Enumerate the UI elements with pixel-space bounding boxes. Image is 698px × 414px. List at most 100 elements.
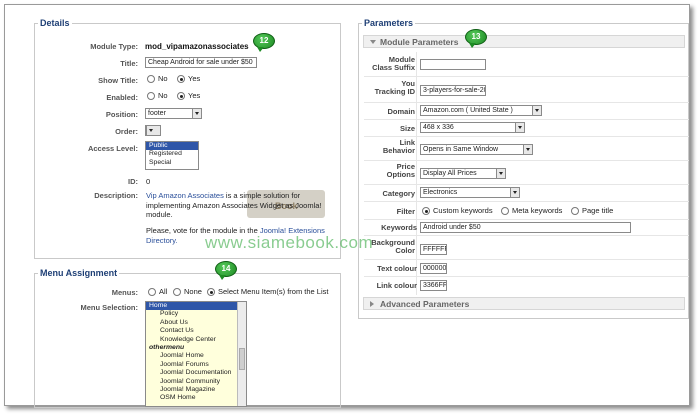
menu-item[interactable]: Home [146,302,246,311]
description-line2: implementing Amazon Associates Widget as… [146,200,322,210]
id-value: 0 [146,177,151,186]
module-parameters-header[interactable]: Module Parameters [363,35,685,48]
access-level-listbox[interactable]: Public Registered Special [145,141,199,170]
menu-item[interactable]: OSM Home [146,394,246,402]
enabled-yes-radio[interactable] [177,92,185,100]
description-label: Description: [94,191,138,200]
domain-select[interactable]: Amazon.com ( United State ) [420,105,542,116]
menu-item[interactable]: Policy [146,310,246,318]
category-label: Category [382,189,415,198]
filter-custom-label: Custom keywords [433,206,493,215]
filter-meta-radio[interactable] [501,207,509,215]
menu-item[interactable]: Knowledge Center [146,336,246,344]
menu-item[interactable]: Joomla! Forums [146,361,246,369]
link-colour-input[interactable]: 3366FF [420,280,447,291]
title-input[interactable]: Cheap Android for sale under $50 [145,57,257,68]
price-options-value: Display All Prices [423,170,477,177]
category-select[interactable]: Electronics [420,187,520,198]
menu-item[interactable]: Joomla! Documentation [146,369,246,377]
row-divider [364,184,689,185]
id-label: ID: [128,177,138,186]
vip-amazon-link[interactable]: Vip Amazon Associates [146,191,224,200]
module-type-value: mod_vipamazonassociates [145,42,249,51]
link-colour-label: Link colour [376,281,417,290]
menus-select-label: Select Menu Item(s) from the List [218,287,329,296]
chevron-down-icon [510,188,519,197]
position-label: Position: [105,110,138,119]
menu-item[interactable]: Contact Us [146,327,246,335]
filter-page-radio[interactable] [571,207,579,215]
link-behavior-select[interactable]: Opens in Same Window [420,144,533,155]
site-watermark: www.siamebook.com [205,233,374,252]
row-divider [364,76,689,77]
show-title-no-radio[interactable] [147,75,155,83]
chevron-down-icon [146,126,160,135]
show-title-yes-radio[interactable] [177,75,185,83]
chevron-down-icon [523,145,532,154]
link-behavior-label: Link Behavior [382,138,415,155]
row-divider [364,259,689,260]
parameters-legend: Parameters [364,18,414,28]
price-options-select[interactable]: Display All Prices [420,168,506,179]
text-colour-label: Text colour [377,264,417,273]
menu-selection-listbox[interactable]: Home Policy About Us Contact Us Knowledg… [145,301,247,407]
menus-none-radio[interactable] [173,288,181,296]
menu-item[interactable]: About Us [146,319,246,327]
access-option-registered[interactable]: Registered [146,150,198,158]
position-select[interactable]: footer [145,108,202,119]
chevron-down-icon [515,123,524,132]
size-select-value: 468 x 336 [423,124,454,131]
tracking-id-input[interactable]: 3-players-for-sale-20 [420,85,486,96]
text-colour-input[interactable]: 000000 [420,263,447,274]
menu-listbox-scrollbar[interactable] [237,302,246,406]
row-divider [364,219,689,220]
filter-label: Filter [396,207,415,216]
size-select[interactable]: 468 x 336 [420,122,525,133]
menu-assignment-legend: Menu Assignment [40,268,118,278]
tracking-label: You Tracking ID [374,79,415,96]
domain-select-value: Amazon.com ( United State ) [423,107,513,114]
callout-badge-12: 12 [253,33,275,52]
scrollbar-thumb[interactable] [239,348,245,370]
keywords-input[interactable]: Android under $50 [420,222,631,233]
menu-group-header: othermenu [149,343,185,351]
position-select-value: footer [148,110,166,117]
chevron-down-icon [532,106,541,115]
price-options-label: Price Options [386,162,415,179]
menu-selection-label: Menu Selection: [80,303,138,312]
directory-link[interactable]: Directory. [146,236,178,245]
row-divider [364,201,689,202]
suffix-label: Module Class Suffix [372,55,415,72]
show-title-no-label: No [158,74,168,83]
menus-select-radio[interactable] [207,288,215,296]
advanced-parameters-title: Advanced Parameters [380,299,470,309]
enabled-no-radio[interactable] [147,92,155,100]
menus-all-label: All [159,287,168,296]
access-option-public[interactable]: Public [146,142,198,151]
row-divider [364,136,689,137]
row-divider [364,102,689,103]
filter-meta-label: Meta keywords [512,206,563,215]
callout-badge-14: 14 [215,261,237,280]
advanced-parameters-header[interactable]: Advanced Parameters [363,297,685,310]
title-label: Title: [120,59,138,68]
menu-item[interactable]: Joomla! Community [146,378,246,386]
menu-item[interactable]: Joomla! Home [146,352,246,360]
size-label: Size [399,124,415,133]
background-color-input[interactable]: FFFFFF [420,244,447,255]
access-option-special[interactable]: Special [146,159,198,167]
row-divider [364,276,689,277]
screenshot-frame: Details Module Type: mod_vipamazonassoci… [4,4,690,408]
class-suffix-input[interactable] [420,59,486,70]
details-legend: Details [40,18,70,28]
row-divider [364,119,689,120]
menus-all-radio[interactable] [148,288,156,296]
menu-item[interactable]: Joomla! Magazine [146,386,246,394]
filter-custom-radio[interactable] [422,207,430,215]
row-divider [364,235,689,236]
order-select[interactable] [145,125,161,136]
domain-label: Domain [387,107,415,116]
order-label: Order: [115,127,138,136]
description-text: Vip Amazon Associates is a simple soluti… [146,191,336,220]
module-parameters-title: Module Parameters [380,37,459,47]
